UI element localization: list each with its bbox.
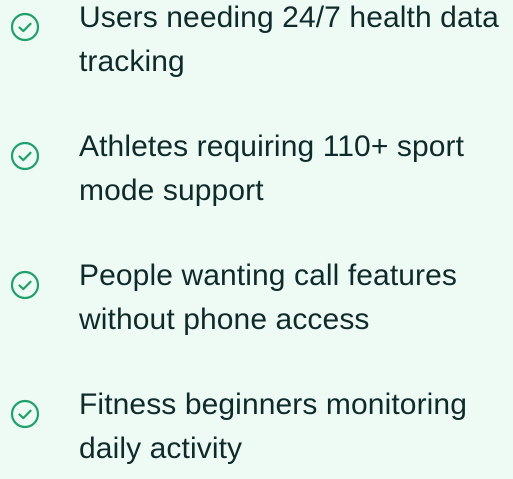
list-item-text: People wanting call features without pho… (79, 259, 458, 336)
list-item-text: Fitness beginners monitoring daily activ… (79, 388, 467, 465)
list-item: Fitness beginners monitoring daily activ… (0, 387, 513, 479)
check-circle-icon (9, 398, 41, 430)
list-item: Athletes requiring 110+ sport mode suppo… (0, 129, 513, 221)
list-item-text: Athletes requiring 110+ sport mode suppo… (79, 130, 465, 207)
feature-list: Users needing 24/7 health data tracking … (0, 0, 513, 478)
list-item-text: Users needing 24/7 health data tracking (79, 1, 499, 78)
list-item: People wanting call features without pho… (0, 258, 513, 350)
list-item: Users needing 24/7 health data tracking (0, 0, 513, 92)
check-circle-icon (9, 269, 41, 301)
check-circle-icon (9, 11, 41, 43)
check-circle-icon (9, 140, 41, 172)
